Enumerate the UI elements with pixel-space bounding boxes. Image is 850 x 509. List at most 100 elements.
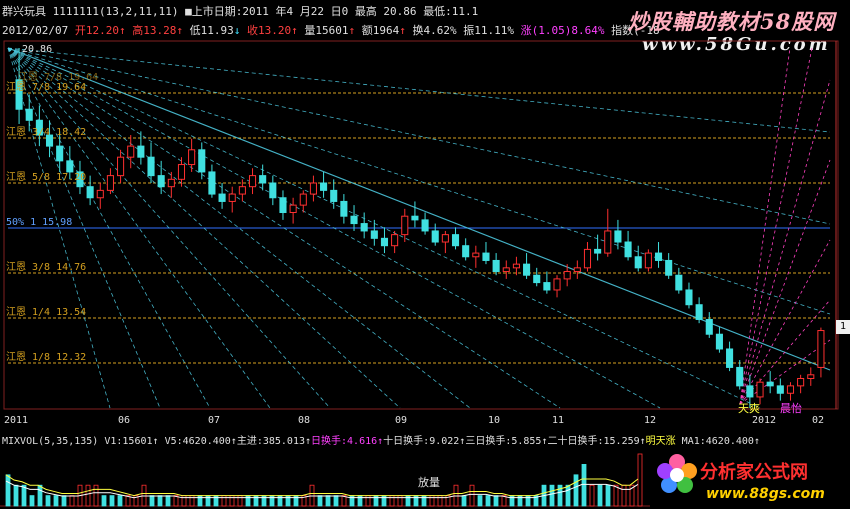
volume-bar	[413, 495, 419, 507]
candle-body	[259, 175, 267, 184]
candle-body	[523, 263, 531, 276]
volume-bar	[621, 484, 627, 507]
candle-body	[350, 215, 358, 225]
high-marker-label: 20.86	[22, 44, 52, 55]
candle-body	[370, 230, 378, 239]
price-cursor-marker[interactable]: 1	[836, 320, 850, 334]
volume-bar	[325, 495, 331, 507]
volume-bar	[269, 495, 275, 507]
candle-body	[675, 274, 683, 291]
volume-indicator-header[interactable]: MIXVOL(5,35,135) V1:15601↑ V5:4620.400↑主…	[2, 432, 760, 447]
quote-amount: 额1964	[361, 24, 400, 37]
volume-bar	[205, 495, 211, 507]
gann-level-label: 江恩 3/4 18.42	[6, 126, 86, 138]
candle-body	[177, 164, 186, 180]
candle-body	[360, 223, 368, 232]
gann-fan-line-magenta	[739, 79, 831, 405]
volume-bar	[477, 495, 483, 507]
volume-bar	[613, 484, 619, 507]
candle-body	[807, 374, 815, 379]
volume-chart[interactable]	[0, 446, 650, 509]
candle-body	[695, 304, 703, 320]
candle-body	[715, 333, 723, 350]
quote-open: 开12.20	[74, 24, 119, 37]
candle-body	[726, 348, 734, 368]
volume-bar	[365, 495, 371, 507]
candle-body	[198, 149, 206, 173]
volume-bar	[29, 495, 35, 507]
volume-bar	[333, 495, 339, 507]
stock-name[interactable]: 群兴玩具	[2, 5, 46, 18]
candle-body	[401, 215, 409, 236]
volume-label: 放量	[418, 476, 440, 489]
candle-body	[817, 330, 825, 368]
candle-body	[441, 234, 449, 243]
candle-body	[644, 252, 652, 269]
candle-body	[614, 230, 622, 243]
gann-fan-line-magenta	[739, 239, 831, 405]
candle-body	[330, 189, 338, 202]
volume-bars	[0, 453, 650, 507]
candle-body	[127, 145, 135, 158]
volume-bar	[261, 495, 267, 507]
volume-bar	[149, 495, 155, 507]
gann-fan-line-magenta	[739, 47, 813, 405]
candle-body	[563, 271, 571, 280]
gann-labels: 江恩 7/8 19.64江恩 3/4 18.42江恩 5/8 17.2050% …	[6, 81, 86, 363]
candle-body	[654, 252, 663, 261]
volume-bar	[525, 495, 531, 507]
volume-bar	[197, 495, 203, 507]
candle-body	[583, 248, 592, 269]
candle-body	[228, 193, 236, 202]
candle-body	[421, 219, 429, 232]
volume-bar	[61, 495, 67, 507]
candle-body	[746, 385, 754, 398]
volume-bar	[21, 484, 27, 507]
volume-bar	[461, 495, 467, 507]
quote-line: 2012/02/07 开12.20↑ 高13.28↑ 低11.93↓ 收13.2…	[2, 24, 660, 37]
volume-bar	[101, 495, 107, 507]
vol-part: 明天涨	[645, 436, 676, 447]
x-tick: 09	[395, 415, 408, 426]
gann-level-label: 50% 1 15.98	[6, 217, 72, 228]
brand-bottom-cn: 分析家公式网	[700, 462, 808, 483]
volume-bar	[389, 495, 395, 507]
candle-body	[56, 145, 64, 162]
volume-bar	[589, 484, 595, 507]
quote-amplitude: 振11.11%	[463, 24, 514, 37]
candlestick-chart[interactable]: 江恩 7/8 19.64 江恩 3/4 18.42 江恩 5/8 17.20 50% …	[0, 40, 850, 414]
volume-bar	[165, 495, 171, 507]
volume-bar	[485, 495, 491, 507]
gann-level-label: 江恩 3/8 14.76	[6, 261, 86, 273]
candle-body	[380, 237, 389, 247]
candle-body	[705, 318, 713, 335]
gann-level-label: 江恩 1/4 13.54	[6, 306, 86, 318]
candle-body	[25, 108, 33, 121]
top-band-label: 江恩 7/8 19.64	[18, 71, 98, 83]
brand-bottom-url: www.88gs.com	[706, 486, 825, 502]
x-tick: 02	[812, 415, 825, 426]
volume-bar	[229, 495, 235, 507]
candle-body	[340, 200, 348, 217]
volume-bar	[53, 495, 59, 507]
candle-body	[66, 160, 74, 173]
candle-body	[533, 274, 541, 284]
candle-body	[786, 385, 795, 394]
candle-body	[472, 252, 480, 258]
candle-body	[309, 182, 317, 195]
volume-bar	[373, 495, 379, 507]
gann-level-label: 江恩 1/8 12.32	[6, 351, 86, 363]
candle-body	[86, 186, 94, 199]
annotation-weak: 天爽	[738, 402, 760, 414]
volume-bar	[93, 484, 99, 507]
brand-top-cn: 炒股輔助教材58股网	[628, 9, 836, 34]
quote-high: 高13.28	[132, 24, 177, 37]
vol-part: MA1:4620.400↑	[675, 436, 760, 447]
brand-logo-bottom: 分析家公式网 www.88gs.com	[652, 452, 850, 509]
volume-bar	[549, 484, 555, 507]
volume-bar	[597, 484, 603, 507]
volume-bar	[237, 495, 243, 507]
indicator-params[interactable]: 1111111(13,2,11,11)	[53, 5, 179, 18]
quote-close: 收13.20	[246, 24, 292, 37]
volume-bar	[245, 495, 251, 507]
